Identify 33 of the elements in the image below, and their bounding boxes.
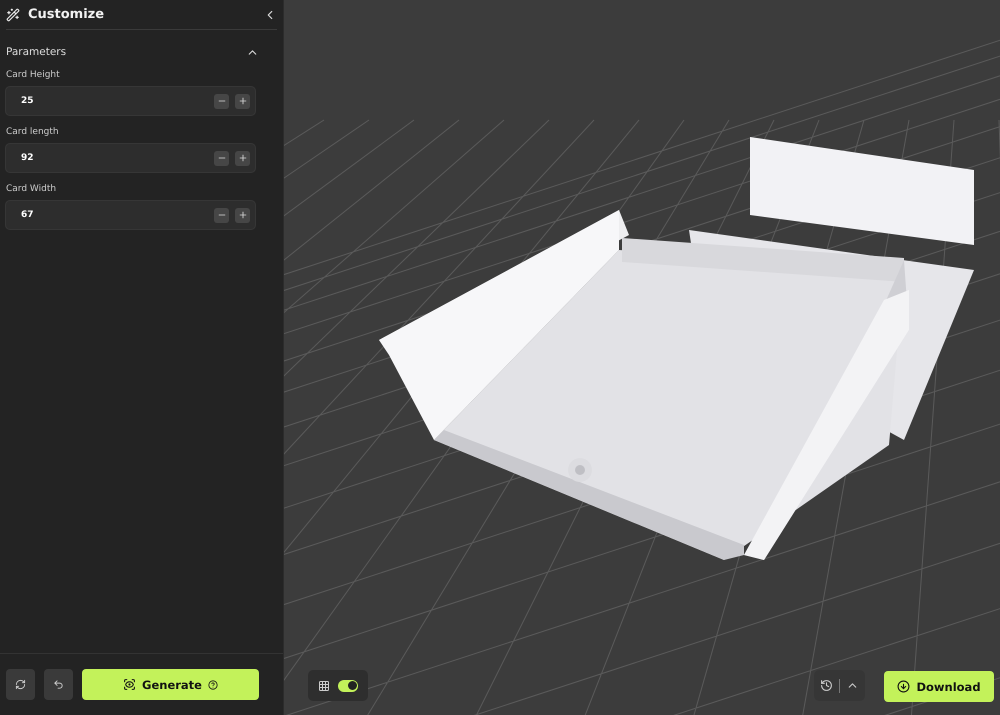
plus-icon bbox=[238, 153, 248, 163]
increment-button[interactable] bbox=[235, 150, 250, 166]
decrement-button[interactable] bbox=[214, 208, 229, 222]
decrement-button[interactable] bbox=[214, 150, 229, 166]
decrement-button[interactable] bbox=[214, 94, 229, 108]
field-label: Card length bbox=[6, 127, 60, 137]
generate-button[interactable]: Generate bbox=[82, 669, 259, 700]
grid-toggle[interactable] bbox=[338, 680, 358, 692]
plus-icon bbox=[238, 96, 248, 106]
number-field[interactable]: 67 bbox=[5, 200, 256, 230]
download-button[interactable]: Download bbox=[884, 671, 994, 702]
increment-button[interactable] bbox=[235, 208, 250, 222]
section-title: Parameters bbox=[6, 46, 68, 58]
wand-icon bbox=[6, 8, 20, 22]
number-input[interactable]: 92 bbox=[19, 152, 208, 164]
refresh-icon bbox=[15, 679, 26, 690]
history-icon[interactable] bbox=[820, 679, 833, 692]
plus-icon bbox=[238, 210, 248, 220]
field-label: Card Height bbox=[6, 70, 61, 80]
help-icon bbox=[208, 680, 218, 690]
number-field[interactable]: 92 bbox=[5, 143, 256, 173]
download-icon bbox=[897, 680, 910, 693]
reset-button[interactable] bbox=[6, 669, 35, 700]
number-input[interactable]: 67 bbox=[19, 209, 208, 221]
scan-eye-icon bbox=[123, 678, 136, 691]
number-field[interactable]: 25 bbox=[5, 86, 256, 116]
increment-button[interactable] bbox=[235, 94, 250, 108]
grid-icon[interactable] bbox=[318, 680, 330, 692]
panel-title: Customize bbox=[28, 7, 106, 22]
undo-button[interactable] bbox=[44, 669, 73, 700]
number-input[interactable]: 25 bbox=[19, 95, 208, 107]
field-label: Card Width bbox=[6, 184, 58, 194]
undo-icon bbox=[53, 679, 64, 690]
